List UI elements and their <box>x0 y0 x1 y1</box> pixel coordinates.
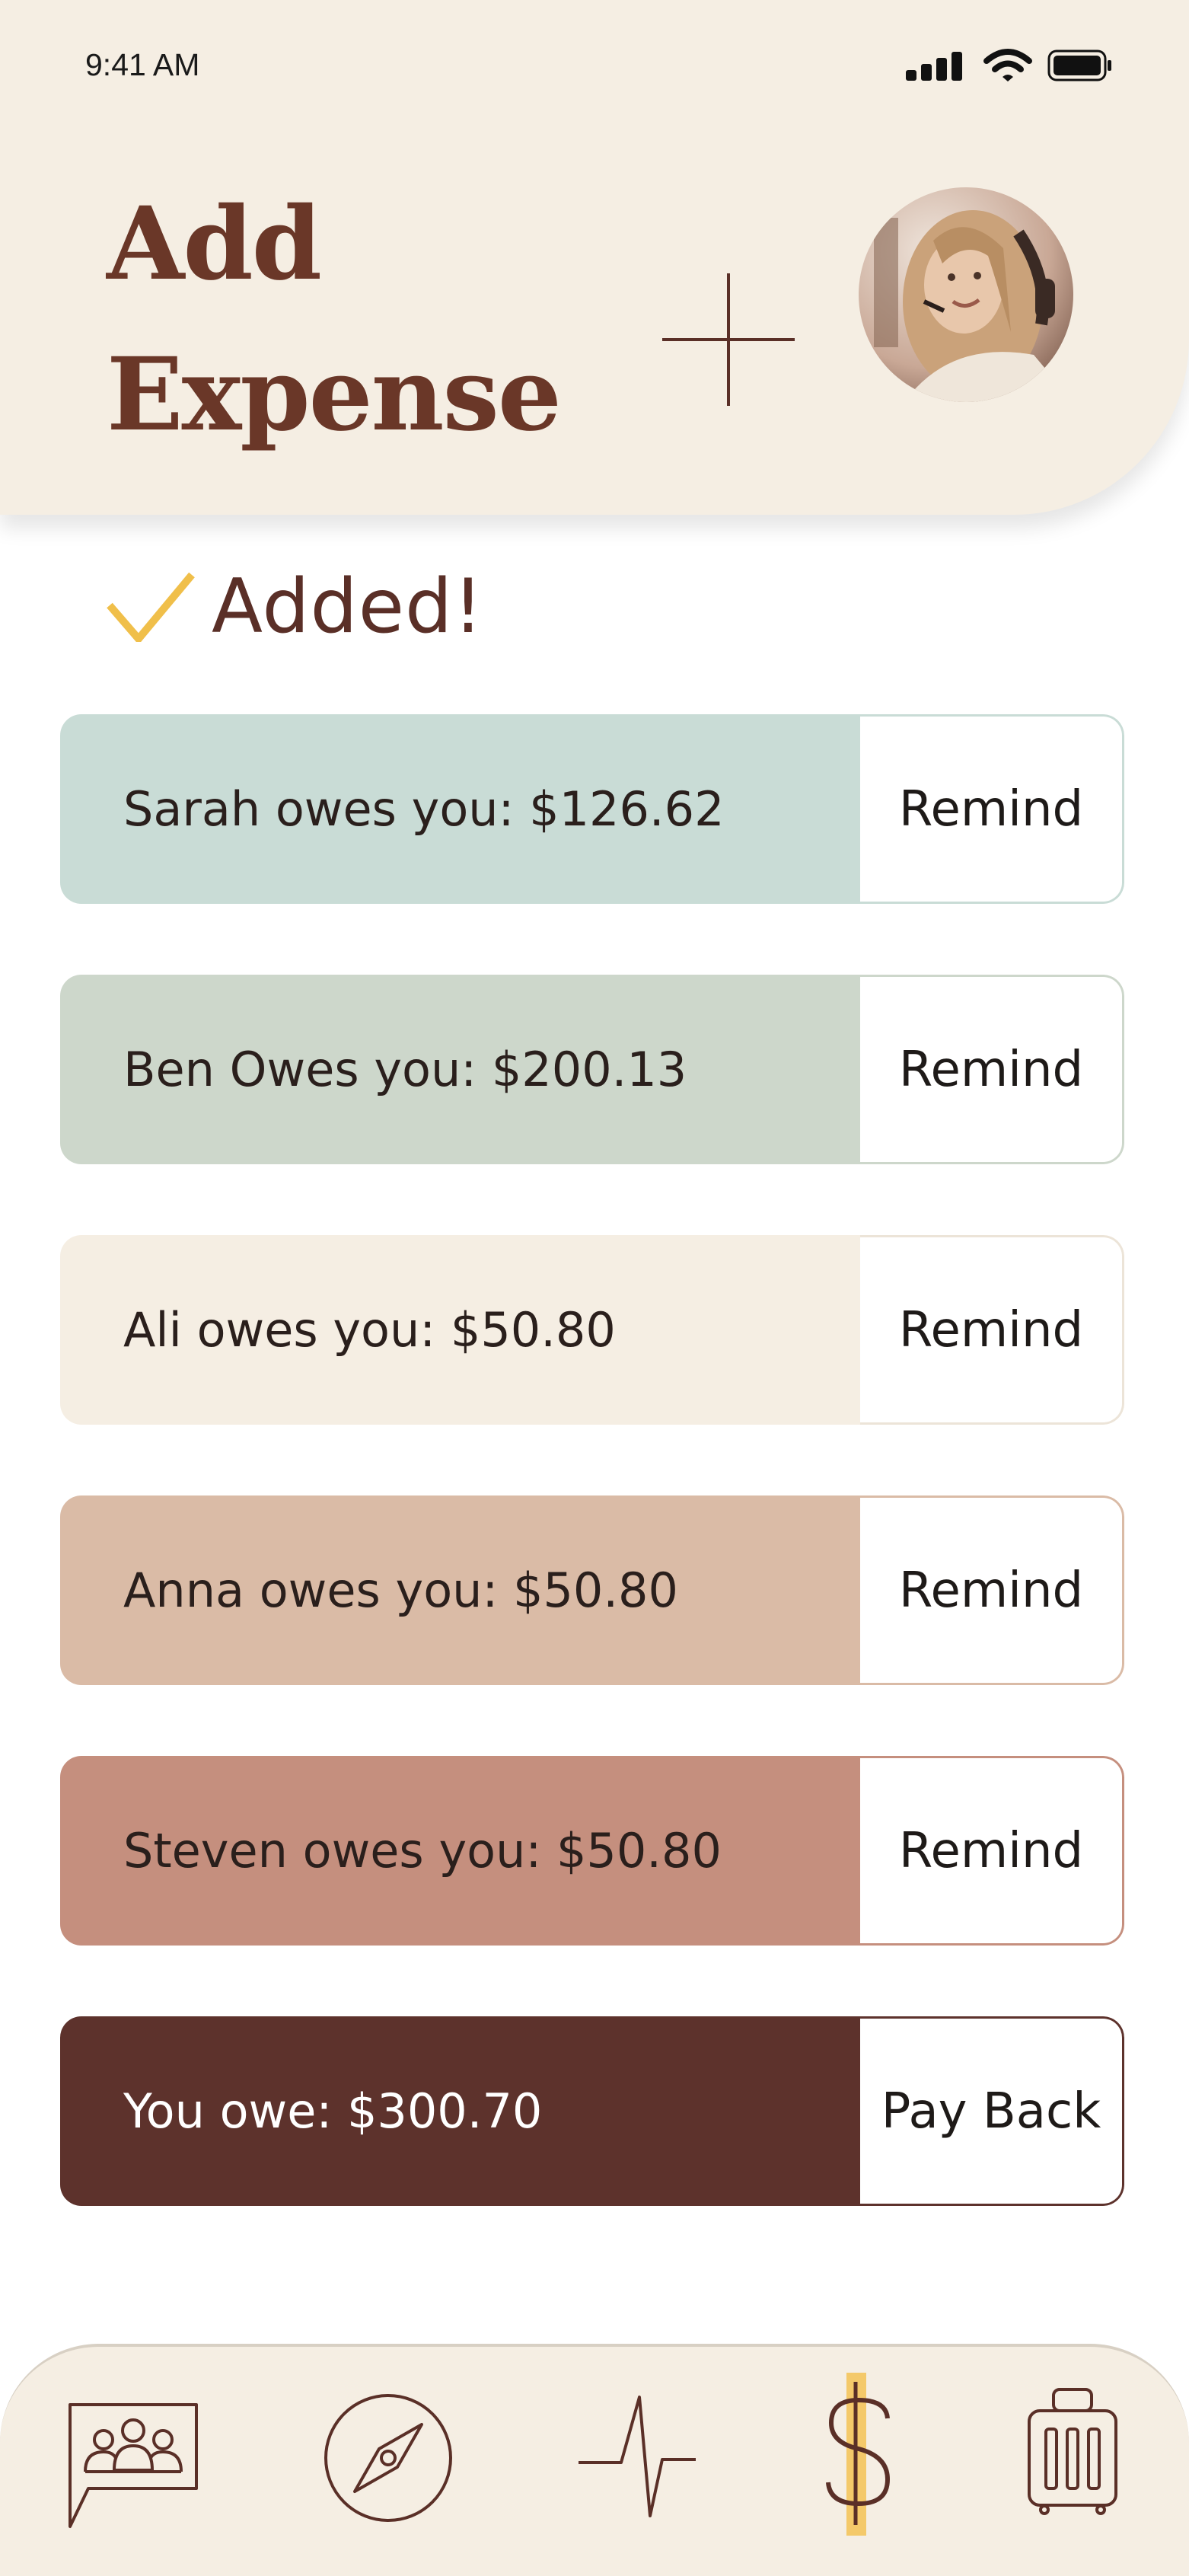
balance-text: Steven owes you: $50.80 <box>60 1756 860 1946</box>
balance-text: Ben Owes you: $200.13 <box>60 975 860 1164</box>
status-icons <box>906 49 1113 82</box>
status-time: 9:41 AM <box>85 47 200 82</box>
plus-icon[interactable] <box>659 270 798 409</box>
profile-avatar[interactable] <box>859 187 1073 402</box>
balance-text: You owe: $300.70 <box>60 2016 860 2206</box>
avatar-photo <box>859 187 1073 402</box>
added-confirmation: Added! <box>107 563 484 650</box>
balance-card-ali: Ali owes you: $50.80 Remind <box>60 1235 1124 1425</box>
luggage-icon[interactable] <box>1026 2386 1119 2516</box>
added-text: Added! <box>212 563 484 650</box>
group-chat-icon[interactable] <box>65 2402 201 2530</box>
compass-icon[interactable] <box>323 2392 454 2523</box>
balance-card-you: You owe: $300.70 Pay Back <box>60 2016 1124 2206</box>
balance-text: Sarah owes you: $126.62 <box>60 714 860 904</box>
page-title: Add Expense <box>107 169 562 471</box>
page-title-line2: Expense <box>107 336 562 454</box>
balance-text: Anna owes you: $50.80 <box>60 1495 860 1685</box>
balance-card-anna: Anna owes you: $50.80 Remind <box>60 1495 1124 1685</box>
remind-button[interactable]: Remind <box>860 1235 1124 1425</box>
remind-button[interactable]: Remind <box>860 1756 1124 1946</box>
remind-button[interactable]: Remind <box>860 975 1124 1164</box>
remind-button[interactable]: Remind <box>860 714 1124 904</box>
pay-back-button[interactable]: Pay Back <box>860 2016 1124 2206</box>
dollar-icon[interactable] <box>821 2373 900 2536</box>
activity-icon[interactable] <box>577 2394 697 2519</box>
battery-icon <box>1047 49 1111 81</box>
remind-button[interactable]: Remind <box>860 1495 1124 1685</box>
balance-card-sarah: Sarah owes you: $126.62 Remind <box>60 714 1124 904</box>
balance-text: Ali owes you: $50.80 <box>60 1235 860 1425</box>
header: 9:41 AM Add Expense <box>0 0 1189 515</box>
wifi-icon <box>983 49 1032 81</box>
check-icon <box>107 572 195 642</box>
bottom-nav <box>0 2344 1189 2576</box>
signal-icon <box>906 52 962 81</box>
page-title-line1: Add <box>107 185 322 303</box>
balance-card-steven: Steven owes you: $50.80 Remind <box>60 1756 1124 1946</box>
balance-card-ben: Ben Owes you: $200.13 Remind <box>60 975 1124 1164</box>
